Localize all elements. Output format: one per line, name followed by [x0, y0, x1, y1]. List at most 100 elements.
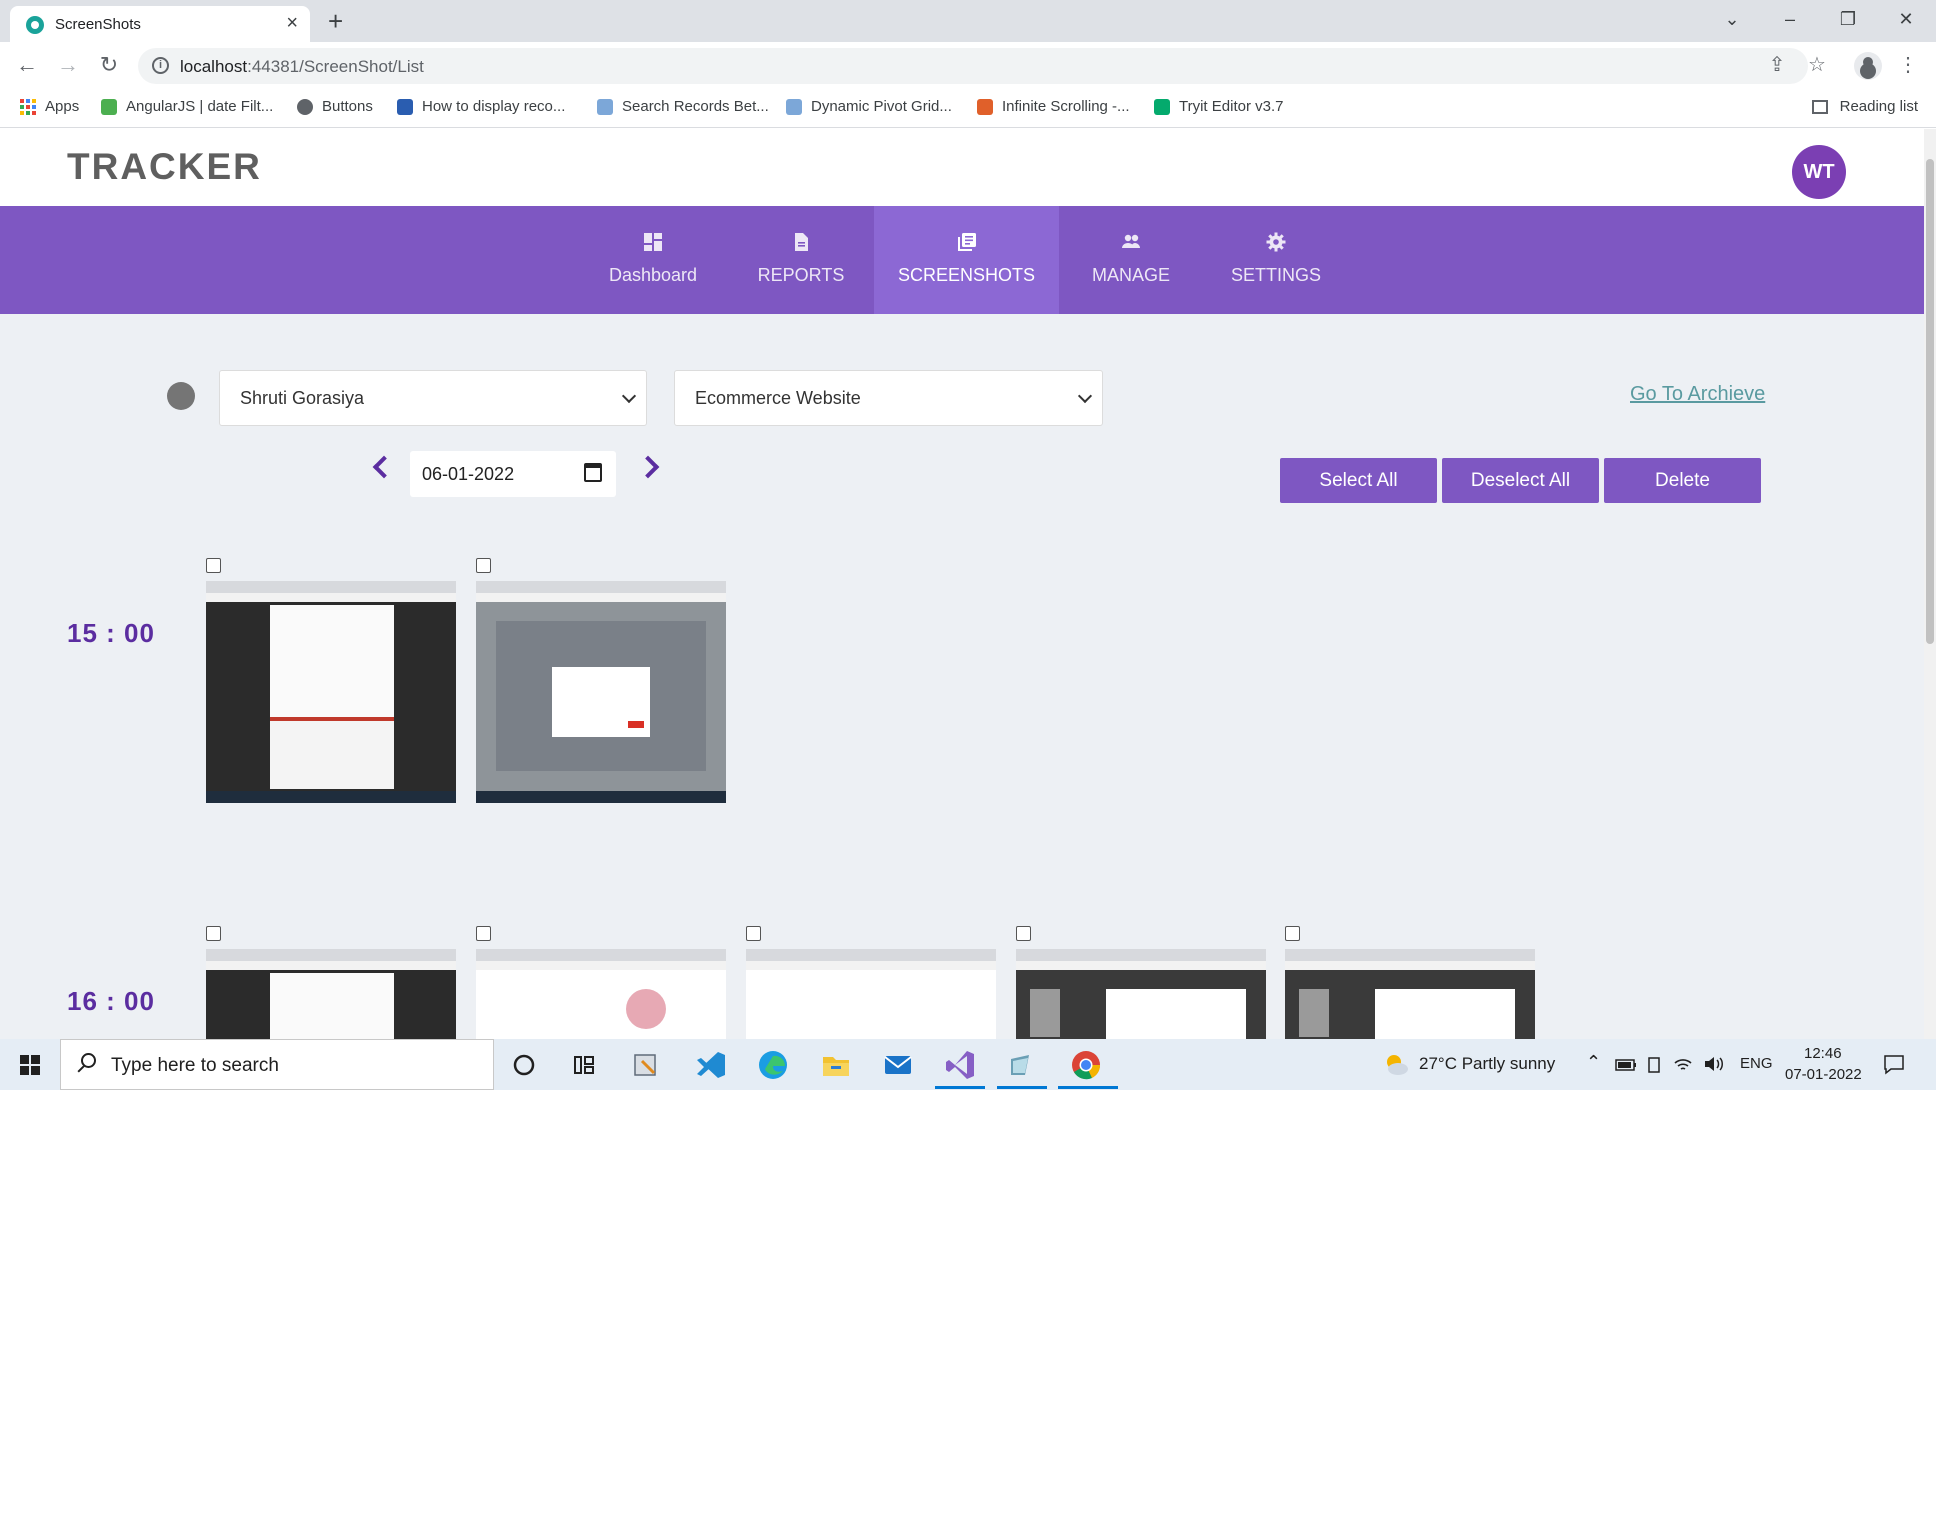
- windows-start-icon[interactable]: [20, 1055, 40, 1075]
- share-icon[interactable]: ⇪: [1762, 50, 1792, 80]
- bookmark-pivot-grid[interactable]: Dynamic Pivot Grid...: [786, 98, 952, 115]
- taskbar-search[interactable]: Type here to search: [60, 1039, 494, 1090]
- select-all-button[interactable]: Select All: [1280, 458, 1437, 503]
- bookmark-star-icon[interactable]: ☆: [1802, 50, 1832, 80]
- edge-icon[interactable]: [755, 1047, 791, 1083]
- scrollbar-thumb[interactable]: [1926, 159, 1934, 644]
- screenshot-checkbox[interactable]: [746, 926, 761, 941]
- tab-title: ScreenShots: [55, 16, 141, 33]
- calendar-icon[interactable]: [584, 463, 602, 482]
- reading-list[interactable]: Reading list: [1811, 98, 1918, 115]
- screenshot-checkbox[interactable]: [1285, 926, 1300, 941]
- bookmark-display-records[interactable]: How to display reco...: [397, 98, 565, 115]
- screenshot-thumbnail[interactable]: [1016, 949, 1266, 1039]
- avatar[interactable]: WT: [1792, 145, 1846, 199]
- nav-manage[interactable]: MANAGE: [1070, 206, 1192, 314]
- weather-text[interactable]: 27°C Partly sunny: [1419, 1054, 1555, 1074]
- nav-screenshots[interactable]: SCREENSHOTS: [874, 206, 1059, 314]
- mail-icon[interactable]: [880, 1047, 916, 1083]
- report-icon: [795, 233, 808, 251]
- screenshot-thumbnail[interactable]: [1285, 949, 1535, 1039]
- delete-button[interactable]: Delete: [1604, 458, 1761, 503]
- menu-dots-icon[interactable]: ⋮: [1893, 50, 1923, 80]
- nav-dashboard[interactable]: Dashboard: [596, 206, 710, 314]
- screenshots-icon: [957, 233, 976, 251]
- go-to-archive-link[interactable]: Go To Archieve: [1630, 383, 1765, 406]
- angular-site-icon: [101, 98, 117, 115]
- next-day-icon[interactable]: [636, 455, 660, 479]
- device-icon[interactable]: [1644, 1055, 1664, 1075]
- screenshot-thumbnail[interactable]: [476, 581, 726, 803]
- nav-reports[interactable]: REPORTS: [732, 206, 870, 314]
- page-scrollbar[interactable]: [1924, 129, 1936, 1039]
- notifications-icon[interactable]: [1882, 1053, 1906, 1075]
- screenshot-thumbnail[interactable]: [206, 949, 456, 1039]
- tab-search-icon[interactable]: ⌄: [1712, 4, 1752, 34]
- bookmark-apps[interactable]: Apps: [20, 98, 79, 115]
- volume-icon[interactable]: [1702, 1053, 1726, 1075]
- bookmark-tryit-editor[interactable]: Tryit Editor v3.7: [1154, 98, 1283, 115]
- bookmark-search-records[interactable]: Search Records Bet...: [597, 98, 769, 115]
- tab-favicon-icon: [26, 16, 44, 34]
- new-tab-icon[interactable]: +: [328, 6, 343, 36]
- screenshot-thumbnail[interactable]: [206, 581, 456, 803]
- reload-icon[interactable]: ↻: [94, 50, 124, 80]
- people-icon: [1122, 234, 1140, 248]
- bookmark-angularjs[interactable]: AngularJS | date Filt...: [101, 98, 273, 115]
- visual-studio-icon[interactable]: [942, 1047, 978, 1083]
- back-icon[interactable]: ←: [12, 50, 42, 80]
- gear-icon: [1266, 232, 1286, 252]
- app-window-icon[interactable]: [1004, 1047, 1040, 1083]
- chevron-down-icon: [1077, 388, 1093, 404]
- screenshot-checkbox[interactable]: [476, 926, 491, 941]
- date-picker-input[interactable]: 06-01-2022: [410, 451, 616, 497]
- bookmark-buttons[interactable]: Buttons: [297, 98, 373, 115]
- wifi-icon[interactable]: [1672, 1053, 1694, 1075]
- codeproject-icon: [397, 98, 413, 115]
- browser-tab[interactable]: ScreenShots ×: [10, 6, 310, 42]
- forward-icon[interactable]: →: [53, 50, 83, 80]
- user-select[interactable]: Shruti Gorasiya: [219, 370, 647, 426]
- url-text: localhost:44381/ScreenShot/List: [180, 57, 424, 76]
- task-view-icon[interactable]: [566, 1047, 602, 1083]
- clock-date[interactable]: 07-01-2022: [1785, 1066, 1862, 1083]
- address-bar[interactable]: i localhost:44381/ScreenShot/List: [138, 48, 1808, 84]
- screenshot-checkbox[interactable]: [1016, 926, 1031, 941]
- minimize-icon[interactable]: –: [1770, 4, 1810, 34]
- dashboard-icon: [644, 233, 662, 251]
- deselect-all-button[interactable]: Deselect All: [1442, 458, 1599, 503]
- hour-label: 16 : 00: [67, 986, 155, 1016]
- screenshot-checkbox[interactable]: [476, 558, 491, 573]
- hour-label: 15 : 00: [67, 618, 155, 648]
- document-icon: [597, 98, 613, 115]
- cortana-icon[interactable]: [506, 1047, 542, 1083]
- tray-overflow-icon[interactable]: ⌃: [1586, 1052, 1601, 1073]
- snipping-tool-icon[interactable]: [628, 1047, 664, 1083]
- screenshot-thumbnail[interactable]: [746, 949, 996, 1039]
- screen: ScreenShots × + ⌄ – ❐ ✕ ← → ↻ i localhos…: [0, 0, 1936, 1090]
- project-select[interactable]: Ecommerce Website: [674, 370, 1103, 426]
- browser-toolbar: ← → ↻ i localhost:44381/ScreenShot/List …: [0, 42, 1936, 90]
- screenshot-thumbnail[interactable]: [476, 949, 726, 1039]
- reading-list-icon: [1811, 99, 1828, 114]
- weather-partly-sunny-icon[interactable]: [1380, 1049, 1412, 1081]
- site-icon: [977, 98, 993, 115]
- file-explorer-icon[interactable]: [818, 1047, 854, 1083]
- clock-time[interactable]: 12:46: [1804, 1045, 1842, 1062]
- screenshot-checkbox[interactable]: [206, 926, 221, 941]
- battery-icon[interactable]: [1614, 1055, 1638, 1075]
- close-window-icon[interactable]: ✕: [1886, 4, 1926, 34]
- screenshot-checkbox[interactable]: [206, 558, 221, 573]
- app-header: TRACKER WT: [0, 129, 1924, 206]
- bookmark-infinite-scrolling[interactable]: Infinite Scrolling -...: [977, 98, 1130, 115]
- brand-logo[interactable]: TRACKER: [67, 146, 262, 188]
- vscode-icon[interactable]: [692, 1047, 728, 1083]
- site-info-icon[interactable]: i: [152, 57, 169, 74]
- nav-settings[interactable]: SETTINGS: [1212, 206, 1340, 314]
- previous-day-icon[interactable]: [372, 455, 396, 479]
- chrome-icon[interactable]: [1068, 1047, 1104, 1083]
- language-indicator[interactable]: ENG: [1740, 1055, 1773, 1072]
- restore-icon[interactable]: ❐: [1828, 4, 1868, 34]
- profile-icon[interactable]: [1854, 52, 1882, 80]
- close-tab-icon[interactable]: ×: [286, 12, 298, 34]
